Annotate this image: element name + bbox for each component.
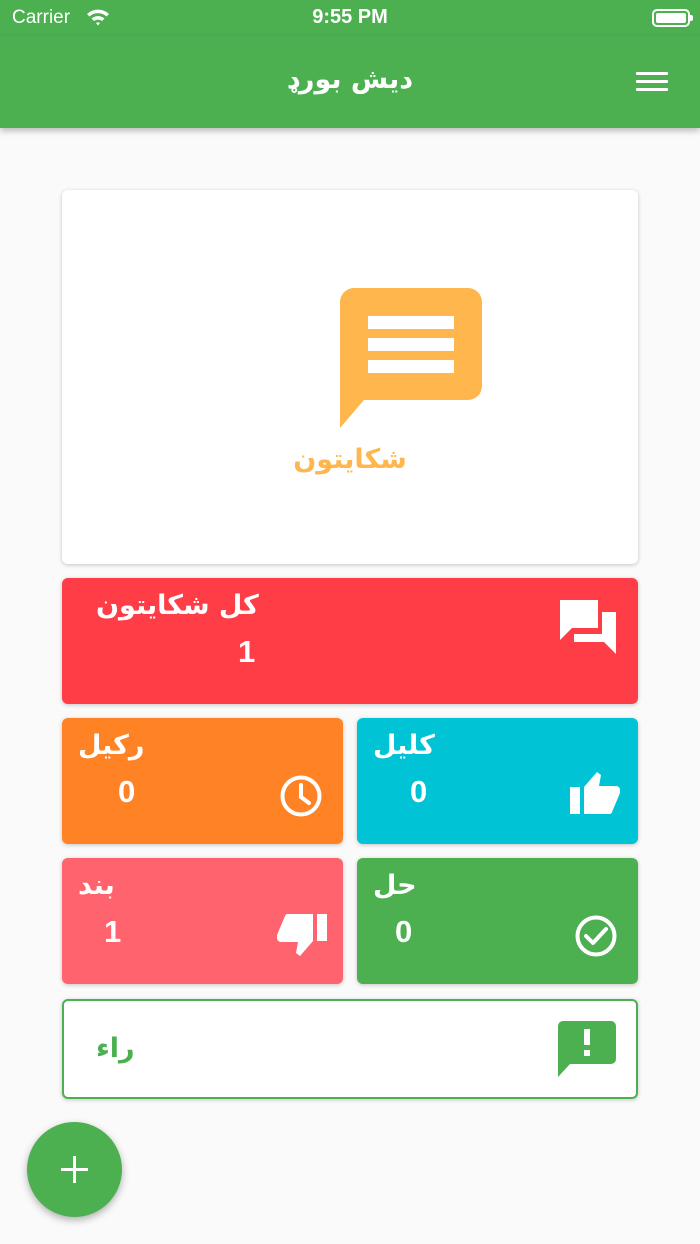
clock-icon — [279, 774, 323, 822]
forum-icon — [558, 598, 618, 662]
closed-card[interactable]: بند 1 — [62, 858, 343, 984]
check-circle-icon — [574, 914, 618, 962]
menu-icon[interactable] — [636, 70, 668, 94]
total-complaints-count: 1 — [238, 634, 256, 669]
complaints-label: شکايتون — [293, 444, 407, 475]
status-time: 9:55 PM — [312, 6, 388, 28]
feedback-label: راء — [96, 1033, 135, 1064]
solved-label: حل — [373, 870, 417, 901]
feedback-card[interactable]: راء — [62, 999, 638, 1099]
pending-count: 0 — [118, 774, 136, 809]
add-icon — [61, 1156, 88, 1187]
status-bar: Carrier 9:55 PM — [0, 0, 700, 36]
thumb-up-icon — [570, 770, 620, 818]
chat-list-icon — [340, 288, 482, 434]
closed-count: 1 — [104, 914, 122, 949]
total-complaints-label: کل شکايتون — [96, 590, 259, 621]
open-card[interactable]: کليل 0 — [357, 718, 638, 844]
open-count: 0 — [410, 774, 428, 809]
closed-label: بند — [78, 870, 115, 901]
pending-card[interactable]: رکيل 0 — [62, 718, 343, 844]
app-bar: ديش بورډ — [0, 36, 700, 128]
page-title: ديش بورډ — [286, 64, 414, 95]
pending-label: رکيل — [78, 730, 145, 761]
open-label: کليل — [373, 730, 435, 761]
total-complaints-card[interactable]: کل شکايتون 1 — [62, 578, 638, 704]
feedback-icon — [558, 1021, 616, 1081]
battery-icon — [652, 9, 693, 27]
solved-count: 0 — [395, 914, 413, 949]
thumb-down-icon — [277, 913, 327, 962]
complaints-card[interactable]: شکايتون — [62, 190, 638, 564]
add-button[interactable] — [27, 1122, 122, 1217]
solved-card[interactable]: حل 0 — [357, 858, 638, 984]
